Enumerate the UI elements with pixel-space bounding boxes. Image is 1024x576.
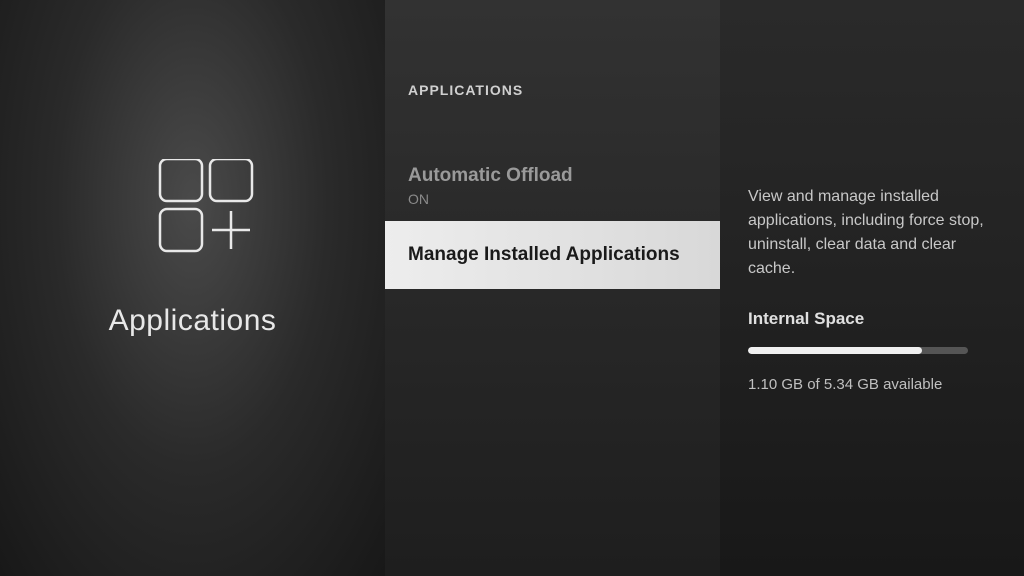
item-description: View and manage installed applications, … <box>748 185 996 281</box>
section-header: APPLICATIONS <box>385 82 720 98</box>
storage-progress-fill <box>748 347 922 354</box>
menu-item-status: ON <box>408 191 697 207</box>
menu-item-title: Manage Installed Applications <box>408 243 697 268</box>
storage-title: Internal Space <box>748 309 996 329</box>
storage-text: 1.10 GB of 5.34 GB available <box>748 376 996 393</box>
category-panel: Applications <box>0 0 385 576</box>
details-panel: View and manage installed applications, … <box>720 0 1024 576</box>
applications-icon <box>128 159 258 274</box>
category-title: Applications <box>109 304 277 338</box>
menu-item-title: Automatic Offload <box>408 164 697 189</box>
settings-list-panel: APPLICATIONS Automatic Offload ON Manage… <box>385 0 720 576</box>
storage-progress-bar <box>748 347 968 354</box>
menu-item-manage-installed-applications[interactable]: Manage Installed Applications <box>385 221 720 290</box>
menu-item-automatic-offload[interactable]: Automatic Offload ON <box>385 150 720 221</box>
